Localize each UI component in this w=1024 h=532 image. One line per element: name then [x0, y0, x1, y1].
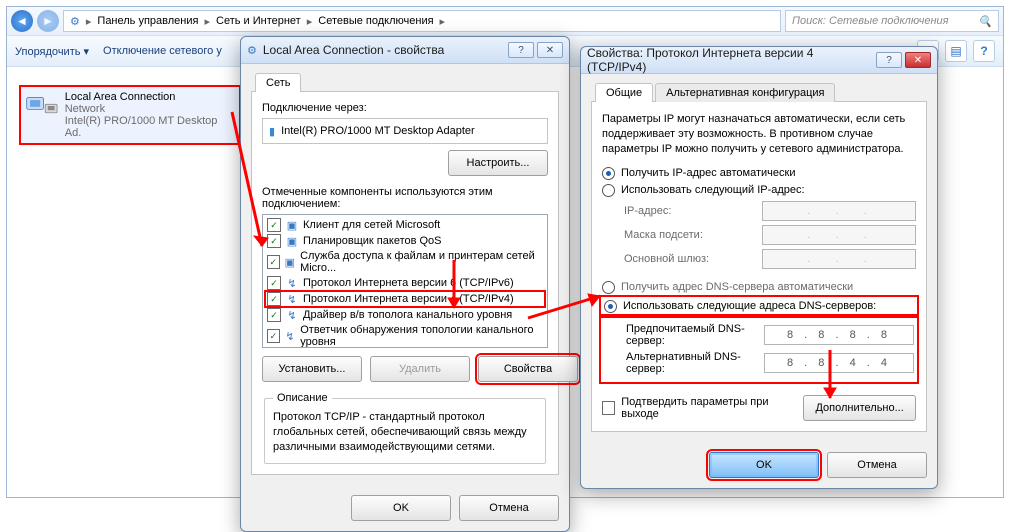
tab-alt-config[interactable]: Альтернативная конфигурация: [655, 83, 835, 102]
tab-network[interactable]: Сеть: [255, 73, 301, 92]
components-list[interactable]: ✓▣Клиент для сетей Microsoft ✓▣Планировщ…: [262, 214, 548, 348]
connect-using-label: Подключение через:: [262, 102, 548, 114]
ip-address-field: . . .: [762, 201, 916, 221]
cancel-button[interactable]: Отмена: [459, 495, 559, 521]
install-button[interactable]: Установить...: [262, 356, 362, 382]
adapter-card-icon: ▮: [269, 125, 275, 138]
ipv4-properties-dialog: Свойства: Протокол Интернета версии 4 (T…: [580, 46, 938, 489]
toolbar-disable-adapter[interactable]: Отключение сетевого у: [103, 45, 222, 57]
search-placeholder: Поиск: Сетевые подключения: [792, 15, 949, 27]
network-icon: ⚙: [70, 15, 80, 28]
validate-checkbox[interactable]: [602, 401, 615, 415]
lac-properties-dialog: ⚙ Local Area Connection - свойства ? ✕ С…: [240, 36, 570, 532]
ip-auto-radio[interactable]: Получить IP-адрес автоматически: [602, 167, 916, 180]
dns-auto-radio[interactable]: Получить адрес DNS-сервера автоматически: [602, 281, 916, 294]
nav-forward-icon[interactable]: ►: [37, 10, 59, 32]
crumb-net-internet[interactable]: Сеть и Интернет: [216, 15, 301, 27]
ip-manual-radio[interactable]: Использовать следующий IP-адрес:: [602, 184, 916, 197]
ipv4-intro: Параметры IP могут назначаться автоматич…: [602, 112, 916, 157]
search-input[interactable]: Поиск: Сетевые подключения 🔍: [785, 10, 999, 32]
crumb-control-panel[interactable]: Панель управления: [97, 15, 198, 27]
address-bar: ◄ ► ⚙ ▸ Панель управления ▸ Сеть и Интер…: [7, 7, 1003, 36]
connection-status: Network: [65, 103, 235, 115]
help-button[interactable]: ?: [508, 42, 534, 58]
ipv4-component-row: ✓↯Протокол Интернета версии 4 (TCP/IPv4): [265, 291, 545, 307]
dialog-title: Local Area Connection - свойства: [263, 43, 502, 57]
adapter-name-box: ▮ Intel(R) PRO/1000 MT Desktop Adapter: [262, 118, 548, 144]
adapter-full-name: Intel(R) PRO/1000 MT Desktop Adapter: [281, 125, 475, 137]
close-button[interactable]: ✕: [537, 42, 563, 58]
preferred-dns-field[interactable]: 8 . 8 . 8 . 8: [764, 325, 914, 345]
help-icon[interactable]: ?: [973, 40, 995, 62]
cancel-button[interactable]: Отмена: [827, 452, 927, 478]
tab-general[interactable]: Общие: [595, 83, 653, 102]
alternate-dns-field[interactable]: 8 . 8 . 4 . 4: [764, 353, 914, 373]
ethernet-adapter-icon: [25, 91, 59, 121]
nav-back-icon[interactable]: ◄: [11, 10, 33, 32]
dns-manual-radio[interactable]: Использовать следующие адреса DNS-сервер…: [602, 298, 916, 315]
ok-button[interactable]: OK: [709, 452, 819, 478]
description-heading: Описание: [273, 392, 332, 404]
dialog-title: Свойства: Протокол Интернета версии 4 (T…: [587, 46, 870, 74]
network-icon: ⚙: [247, 44, 257, 57]
uninstall-button: Удалить: [370, 356, 470, 382]
help-button[interactable]: ?: [876, 52, 902, 68]
subnet-mask-field: . . .: [762, 225, 916, 245]
network-connection-item[interactable]: Local Area Connection Network Intel(R) P…: [19, 85, 241, 145]
advanced-button[interactable]: Дополнительно...: [803, 395, 916, 421]
toolbar-organize[interactable]: Упорядочить ▾: [15, 45, 89, 58]
connection-adapter: Intel(R) PRO/1000 MT Desktop Ad.: [65, 115, 235, 139]
configure-button[interactable]: Настроить...: [448, 150, 548, 176]
crumb-net-connections[interactable]: Сетевые подключения: [318, 15, 433, 27]
ok-button[interactable]: OK: [351, 495, 451, 521]
components-label: Отмеченные компоненты используются этим …: [262, 186, 548, 210]
preview-icon[interactable]: ▤: [945, 40, 967, 62]
properties-button[interactable]: Свойства: [478, 356, 578, 382]
gateway-field: . . .: [762, 249, 916, 269]
breadcrumb[interactable]: ⚙ ▸ Панель управления ▸ Сеть и Интернет …: [63, 10, 781, 32]
search-icon: 🔍: [978, 15, 992, 28]
connection-name: Local Area Connection: [65, 91, 235, 103]
close-button[interactable]: ✕: [905, 52, 931, 68]
description-text: Протокол TCP/IP - стандартный протокол г…: [273, 410, 537, 455]
